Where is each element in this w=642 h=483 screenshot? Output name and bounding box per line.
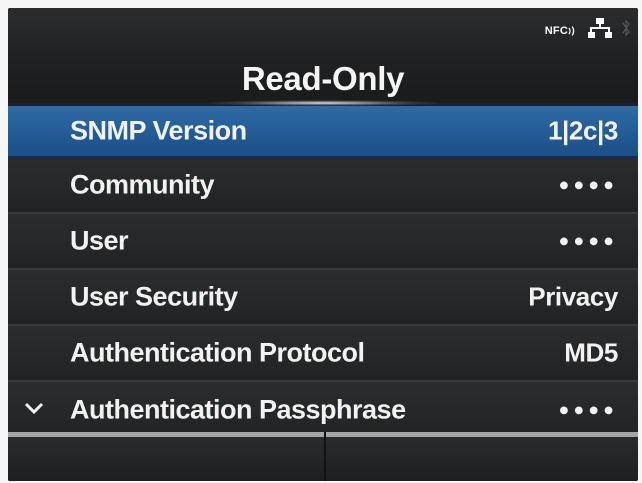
bluetooth-icon [622,18,630,43]
menu-item-authentication-passphrase[interactable]: Authentication Passphrase ●●●● [8,382,638,438]
menu-item-user[interactable]: User ●●●● [8,214,638,270]
lan-icon [588,18,612,43]
menu-item-authentication-protocol[interactable]: Authentication Protocol MD5 [8,326,638,382]
menu-item-community[interactable]: Community ●●●● [8,158,638,214]
menu-item-value: ●●●● [558,399,618,420]
menu-item-label: Authentication Protocol [70,337,365,368]
page-title: Read-Only [241,60,405,97]
softkey-left[interactable] [8,432,326,481]
menu-item-label: Authentication Passphrase [70,394,406,425]
softkey-bar [8,432,638,481]
header: NFC Read-Only [8,8,638,103]
chevron-down-icon[interactable] [24,401,44,419]
menu-item-value: MD5 [564,337,618,368]
menu-item-value: Privacy [528,281,618,312]
menu-item-snmp-version[interactable]: SNMP Version 1|2c|3 [8,106,638,158]
menu-item-value: ●●●● [558,174,618,195]
nfc-label: NFC [544,24,568,37]
menu-item-value: 1|2c|3 [548,115,618,146]
menu-item-label: Community [70,169,215,200]
menu-item-user-security[interactable]: User Security Privacy [8,270,638,326]
menu-item-label: User Security [70,281,238,312]
menu-item-label: SNMP Version [70,115,247,146]
nfc-icon: NFC [545,25,578,37]
device-screen: NFC Read-Only SNMP Version 1|2c|3 Commun… [8,8,638,481]
softkey-right[interactable] [326,432,638,481]
menu-list: SNMP Version 1|2c|3 Community ●●●● User … [8,106,638,438]
menu-item-value: ●●●● [558,230,618,251]
status-bar: NFC [545,18,630,43]
menu-item-label: User [70,225,129,256]
